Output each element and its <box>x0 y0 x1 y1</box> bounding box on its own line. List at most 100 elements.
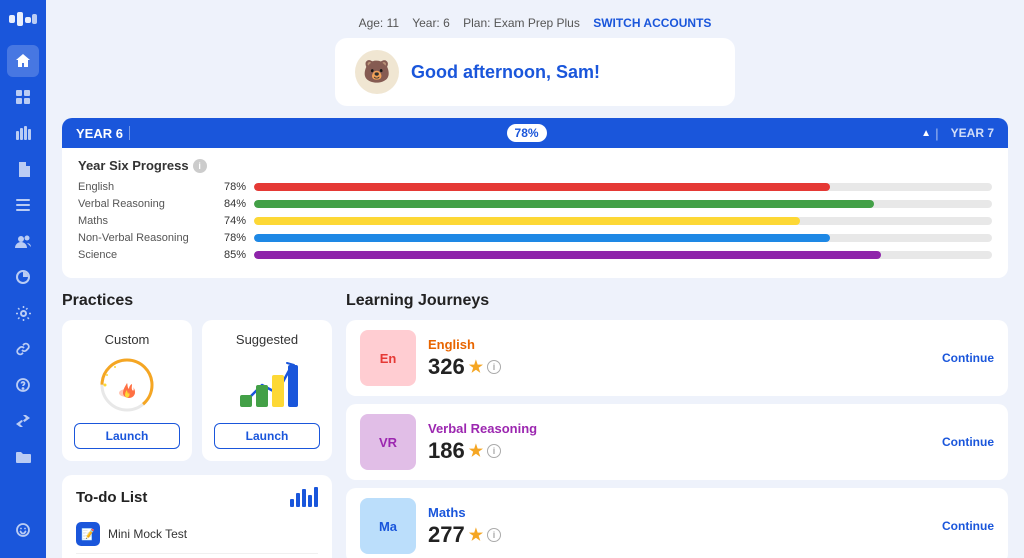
lj-score: 277 ★ i <box>428 522 930 548</box>
progress-row: Verbal Reasoning 84% <box>78 198 992 210</box>
progress-row: English 78% <box>78 181 992 193</box>
progress-bar-fill <box>254 251 881 259</box>
lj-score: 326 ★ i <box>428 354 930 380</box>
main-content: Age: 11 Year: 6 Plan: Exam Prep Plus SWI… <box>46 0 1024 558</box>
custom-launch-button[interactable]: Launch <box>74 423 180 449</box>
learning-journeys-title: Learning Journeys <box>346 292 1008 310</box>
sidebar-list-icon[interactable] <box>7 189 39 221</box>
sidebar-feedback-icon[interactable] <box>7 514 39 546</box>
star-icon: ★ <box>469 441 483 461</box>
progress-pct: 78% <box>216 181 246 193</box>
progress-bar-fill <box>254 217 800 225</box>
progress-label: Science <box>78 249 208 261</box>
lj-info: Verbal Reasoning 186 ★ i <box>428 421 930 464</box>
suggested-practice-card: Suggested <box>202 320 332 461</box>
lj-info-icon[interactable]: i <box>487 360 501 374</box>
progress-row: Science 85% <box>78 249 992 261</box>
progress-chevron-icon[interactable]: ▲ <box>921 128 931 139</box>
lj-continue-button[interactable]: Continue <box>942 351 994 365</box>
sidebar-link-icon[interactable] <box>7 333 39 365</box>
switch-accounts-link[interactable]: SWITCH ACCOUNTS <box>593 16 711 30</box>
lj-thumbnail: Ma <box>360 498 416 554</box>
sidebar-home-icon[interactable] <box>7 45 39 77</box>
lj-subject: English <box>428 337 930 352</box>
lj-info-icon[interactable]: i <box>487 444 501 458</box>
star-icon: ★ <box>469 525 483 545</box>
lj-info: English 326 ★ i <box>428 337 930 380</box>
sidebar-help-icon[interactable] <box>7 369 39 401</box>
bar-chart-icon <box>290 487 318 507</box>
progress-header: YEAR 6 78% ▲ | YEAR 7 <box>62 118 1008 148</box>
lj-cards: En English 326 ★ i Continue VR Verbal Re… <box>346 320 1008 558</box>
todo-item-label: Mini Mock Test <box>108 527 318 541</box>
sidebar-analytics-icon[interactable] <box>7 261 39 293</box>
progress-bar-bg <box>254 183 992 191</box>
greeting-card: 🐻 Good afternoon, Sam! <box>335 38 735 106</box>
bar4 <box>308 495 312 507</box>
todo-header: To-do List <box>76 487 318 507</box>
lj-info: Maths 277 ★ i <box>428 505 930 548</box>
todo-items: 📝 Mini Mock Test 📖 Fiction Practice Thur… <box>76 515 318 558</box>
suggested-practice-img <box>214 355 320 415</box>
right-column: Learning Journeys En English 326 ★ i Con… <box>346 292 1008 558</box>
custom-practice-card: Custom <box>62 320 192 461</box>
star-icon: ★ <box>469 357 483 377</box>
avatar: 🐻 <box>355 50 399 94</box>
progress-section: YEAR 6 78% ▲ | YEAR 7 Year Six Progress … <box>62 118 1008 278</box>
sidebar-folder-icon[interactable] <box>7 441 39 473</box>
current-year-badge: YEAR 6 <box>76 126 123 141</box>
progress-bar-fill <box>254 200 874 208</box>
lj-card: VR Verbal Reasoning 186 ★ i Continue <box>346 404 1008 480</box>
todo-item: 📝 Mini Mock Test <box>76 515 318 554</box>
lj-continue-button[interactable]: Continue <box>942 519 994 533</box>
bar3 <box>302 489 306 507</box>
lj-score: 186 ★ i <box>428 438 930 464</box>
sidebar-chart-icon[interactable] <box>7 117 39 149</box>
progress-bar-bg <box>254 217 992 225</box>
progress-bar-bg <box>254 200 992 208</box>
progress-bar-bg <box>254 251 992 259</box>
lj-thumbnail: VR <box>360 414 416 470</box>
lj-continue-button[interactable]: Continue <box>942 435 994 449</box>
lj-subject: Verbal Reasoning <box>428 421 930 436</box>
sidebar-users-icon[interactable] <box>7 225 39 257</box>
divider-bar: | <box>935 126 939 141</box>
custom-practice-title: Custom <box>74 332 180 347</box>
sidebar-grid-icon[interactable] <box>7 81 39 113</box>
progress-bar-fill <box>254 234 830 242</box>
bar5 <box>314 487 318 507</box>
progress-pct: 85% <box>216 249 246 261</box>
app-logo <box>9 12 37 29</box>
greeting-text: Good afternoon, Sam! <box>411 62 600 83</box>
suggested-launch-button[interactable]: Launch <box>214 423 320 449</box>
lj-info-icon[interactable]: i <box>487 528 501 542</box>
progress-label: Verbal Reasoning <box>78 198 208 210</box>
progress-label: Maths <box>78 215 208 227</box>
left-column: Practices Custom <box>62 292 332 558</box>
progress-info-icon[interactable]: i <box>193 159 207 173</box>
sidebar-settings-icon[interactable] <box>7 297 39 329</box>
lj-thumbnail: En <box>360 330 416 386</box>
progress-label: Non-Verbal Reasoning <box>78 232 208 244</box>
lj-subject: Maths <box>428 505 930 520</box>
age-info: Age: 11 <box>359 16 399 30</box>
practices-section: Practices Custom <box>62 292 332 461</box>
todo-item: 📖 Fiction Practice Thursday 31st March <box>76 554 318 558</box>
progress-bar-fill <box>254 183 830 191</box>
two-col-layout: Practices Custom <box>62 292 1008 558</box>
bar1 <box>290 499 294 507</box>
user-info-bar: Age: 11 Year: 6 Plan: Exam Prep Plus SWI… <box>62 16 1008 30</box>
progress-bar-bg <box>254 234 992 242</box>
todo-title: To-do List <box>76 489 147 506</box>
practices-cards: Custom <box>62 320 332 461</box>
sidebar-transfer-icon[interactable] <box>7 405 39 437</box>
progress-row: Maths 74% <box>78 215 992 227</box>
progress-label: English <box>78 181 208 193</box>
sidebar-doc-icon[interactable] <box>7 153 39 185</box>
suggested-practice-title: Suggested <box>214 332 320 347</box>
progress-pct: 84% <box>216 198 246 210</box>
progress-body: Year Six Progress i English 78% Verbal R… <box>62 148 1008 278</box>
plan-info: Plan: Exam Prep Plus <box>463 16 580 30</box>
lj-card: En English 326 ★ i Continue <box>346 320 1008 396</box>
overall-percentage: 78% <box>507 124 547 142</box>
